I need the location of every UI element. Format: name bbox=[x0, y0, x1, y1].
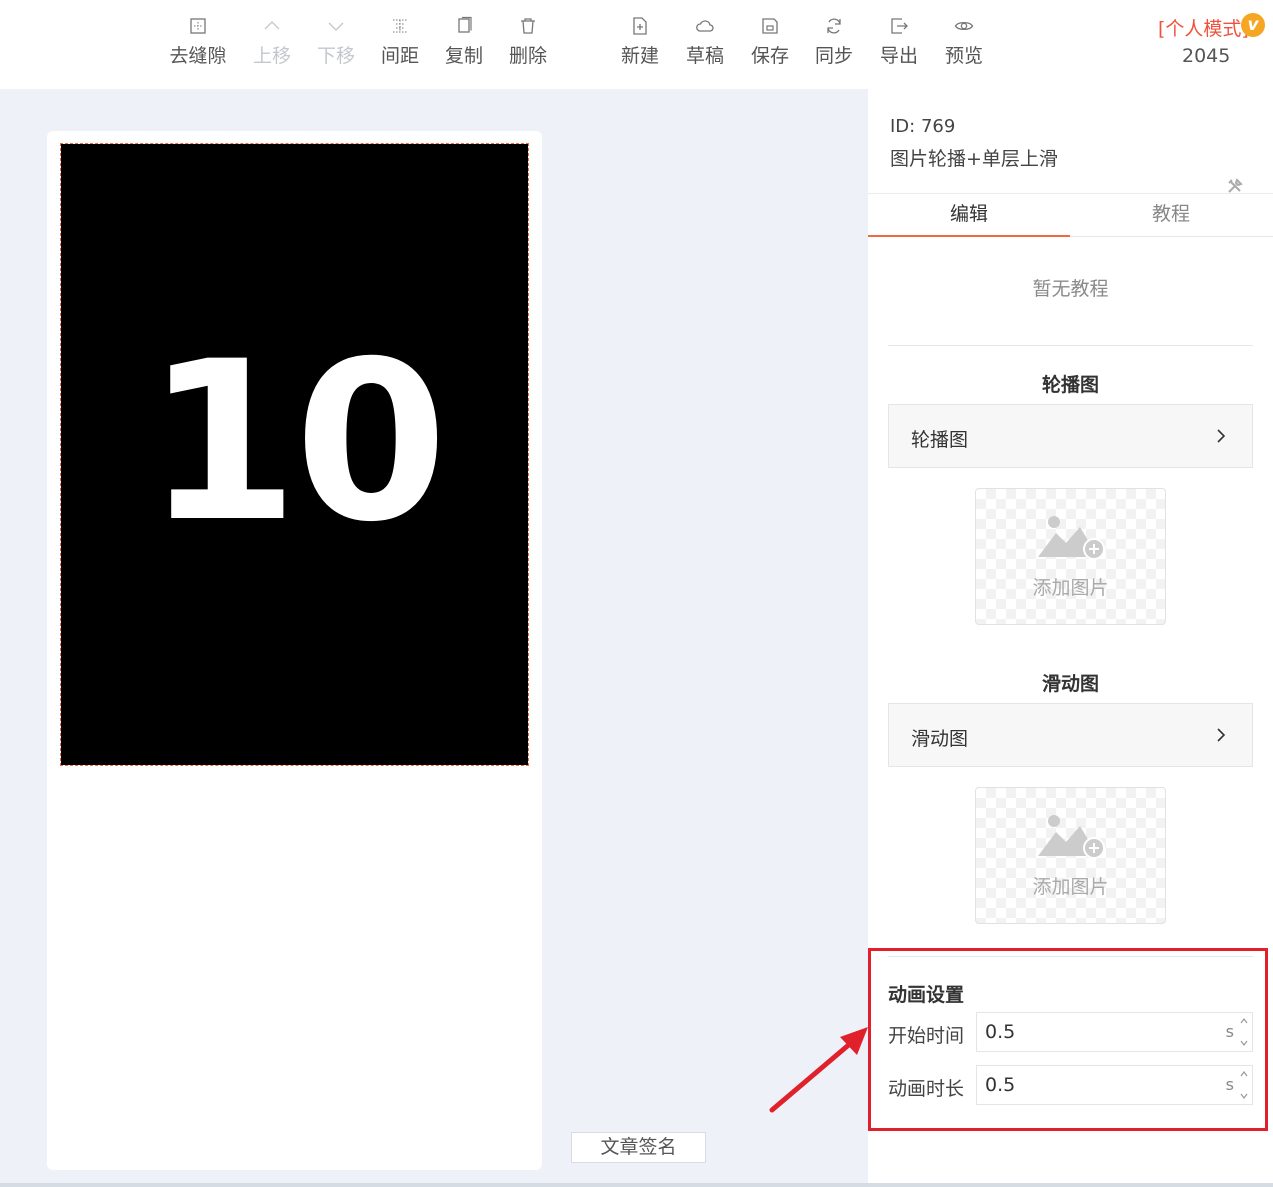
vip-badge-icon: v bbox=[1241, 13, 1265, 37]
export-button[interactable]: 导出 bbox=[867, 14, 931, 68]
editor-canvas: 10 文章签名 bbox=[0, 89, 868, 1183]
draft-button[interactable]: 草稿 bbox=[673, 14, 737, 68]
move-up-button[interactable]: 上移 bbox=[240, 14, 304, 68]
template-name: 图片轮播+单层上滑 bbox=[890, 148, 1058, 170]
chevron-up-icon bbox=[240, 16, 304, 40]
article-signature-button[interactable]: 文章签名 bbox=[571, 1132, 706, 1163]
top-toolbar: 去缝隙 上移 下移 间距 复制 删除 新建 草稿 保存 同步 导出 预览 [个人… bbox=[0, 0, 1273, 89]
slide-add-image-button[interactable]: 添加图片 bbox=[975, 787, 1166, 924]
chevron-right-icon bbox=[1217, 429, 1226, 443]
sync-icon bbox=[802, 16, 866, 40]
slide-number: 10 bbox=[145, 314, 447, 570]
slide-settings-row[interactable]: 滑动图 bbox=[888, 703, 1253, 767]
spacing-icon bbox=[368, 16, 432, 40]
carousel-row-label: 轮播图 bbox=[911, 429, 969, 451]
sync-button[interactable]: 同步 bbox=[802, 14, 866, 68]
new-button[interactable]: 新建 bbox=[608, 14, 672, 68]
highlight-box bbox=[868, 948, 1268, 1131]
export-icon bbox=[867, 16, 931, 40]
remove-gap-button[interactable]: 去缝隙 bbox=[166, 14, 230, 68]
tab-tutorial[interactable]: 教程 bbox=[1070, 194, 1272, 237]
carousel-add-image-button[interactable]: 添加图片 bbox=[975, 488, 1166, 625]
template-id: ID: 769 bbox=[890, 116, 956, 137]
tab-edit[interactable]: 编辑 bbox=[868, 194, 1070, 237]
user-count: 2045 bbox=[1182, 45, 1231, 67]
carousel-settings-row[interactable]: 轮播图 bbox=[888, 404, 1253, 468]
mode-label[interactable]: [个人模式] bbox=[1158, 14, 1249, 41]
copy-icon bbox=[432, 16, 496, 40]
image-add-icon bbox=[1038, 516, 1105, 560]
preview-button[interactable]: 预览 bbox=[932, 14, 996, 68]
cloud-icon bbox=[673, 16, 737, 40]
delete-button[interactable]: 删除 bbox=[496, 14, 560, 68]
slide-row-label: 滑动图 bbox=[911, 728, 969, 750]
add-image-label: 添加图片 bbox=[1032, 876, 1109, 898]
trash-icon bbox=[496, 16, 560, 40]
panel-tabs: 编辑 教程 bbox=[868, 193, 1273, 237]
annotation-arrow-icon bbox=[769, 1027, 868, 1113]
save-button[interactable]: 保存 bbox=[738, 14, 802, 68]
add-image-label: 添加图片 bbox=[1032, 577, 1109, 599]
carousel-slide[interactable]: 10 bbox=[60, 143, 529, 766]
no-tutorial-text: 暂无教程 bbox=[1032, 278, 1109, 300]
chevron-down-icon bbox=[304, 16, 368, 40]
slide-section-title: 滑动图 bbox=[1041, 673, 1099, 695]
phone-preview: 10 bbox=[47, 131, 542, 1170]
divider bbox=[888, 345, 1253, 346]
new-file-icon bbox=[608, 16, 672, 40]
bottom-border bbox=[0, 1183, 1273, 1187]
spacing-button[interactable]: 间距 bbox=[368, 14, 432, 68]
image-add-icon bbox=[1038, 815, 1105, 859]
gap-remove-icon bbox=[166, 16, 230, 40]
move-down-button[interactable]: 下移 bbox=[304, 14, 368, 68]
chevron-right-icon bbox=[1217, 728, 1226, 742]
copy-button[interactable]: 复制 bbox=[432, 14, 496, 68]
save-icon bbox=[738, 16, 802, 40]
carousel-section-title: 轮播图 bbox=[1041, 374, 1099, 396]
eye-icon bbox=[932, 16, 996, 40]
